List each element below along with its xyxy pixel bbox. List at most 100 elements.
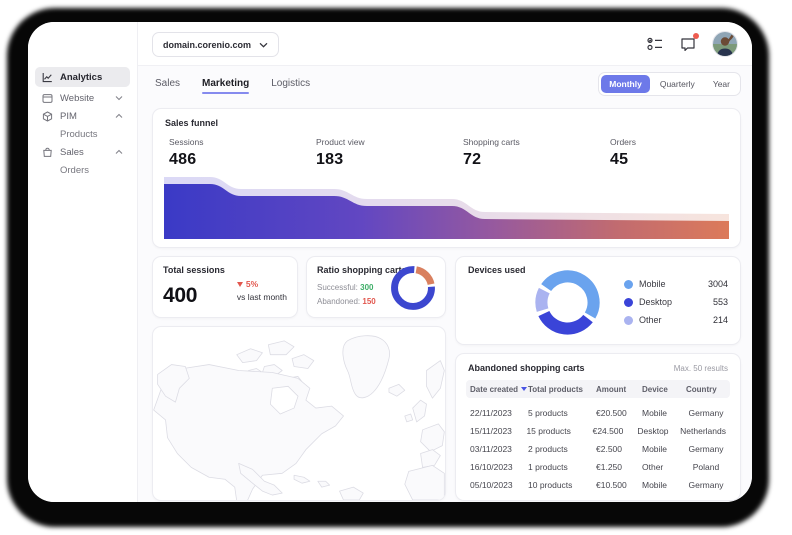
main-content: Sales Marketing Logistics Monthly Quarte… bbox=[138, 66, 752, 502]
cell-products: 1 products bbox=[528, 462, 596, 472]
legend-label: Other bbox=[639, 315, 662, 325]
stage-value: 183 bbox=[316, 151, 463, 169]
trend-down-icon bbox=[237, 282, 243, 287]
table-row[interactable]: 22/11/2023 5 products €20.500 Mobile Ger… bbox=[466, 404, 730, 422]
table-row[interactable]: 03/11/2023 2 products €2.500 Mobile Germ… bbox=[466, 440, 730, 458]
shopping-bag-icon bbox=[42, 147, 53, 158]
topbar: domain.corenio.com bbox=[138, 22, 752, 66]
column-device[interactable]: Device bbox=[642, 385, 686, 394]
column-amount[interactable]: Amount bbox=[596, 385, 642, 394]
chevron-down-icon bbox=[115, 95, 123, 101]
chevron-up-icon bbox=[115, 113, 123, 119]
stage-value: 45 bbox=[610, 151, 752, 169]
sidebar-label: Products bbox=[60, 129, 98, 140]
cell-device: Mobile bbox=[642, 408, 686, 418]
column-label: Date created bbox=[470, 385, 518, 394]
ratio-carts-card: Ratio shopping carts Successful: 300 Aba… bbox=[306, 256, 446, 318]
card-title: Total sessions bbox=[163, 265, 225, 275]
cell-products: 15 products bbox=[526, 426, 592, 436]
period-year[interactable]: Year bbox=[705, 75, 738, 93]
total-sessions-value: 400 bbox=[163, 284, 197, 308]
world-map bbox=[153, 327, 445, 500]
column-date-created[interactable]: Date created bbox=[470, 385, 528, 394]
cell-date: 22/11/2023 bbox=[470, 408, 528, 418]
card-title: Devices used bbox=[468, 265, 526, 275]
period-monthly[interactable]: Monthly bbox=[601, 75, 650, 93]
devices-donut-chart bbox=[534, 269, 601, 336]
stage-value: 486 bbox=[169, 151, 316, 169]
funnel-stage-orders: Orders 45 bbox=[610, 137, 752, 169]
stage-value: 72 bbox=[463, 151, 610, 169]
max-results-note: Max. 50 results bbox=[674, 364, 728, 373]
period-quarterly[interactable]: Quarterly bbox=[652, 75, 703, 93]
abandoned-value: 150 bbox=[362, 297, 375, 306]
browser-icon bbox=[42, 93, 53, 104]
chevron-down-icon bbox=[259, 40, 268, 50]
table-row[interactable]: 16/10/2023 1 products €1.250 Other Polan… bbox=[466, 458, 730, 476]
domain-selector[interactable]: domain.corenio.com bbox=[152, 32, 279, 57]
table-row[interactable]: 15/11/2023 15 products €24.500 Desktop N… bbox=[466, 422, 730, 440]
column-country[interactable]: Country bbox=[686, 385, 726, 394]
cell-device: Other bbox=[642, 462, 686, 472]
chevron-up-icon bbox=[115, 149, 123, 155]
abandoned-label: Abandoned: bbox=[317, 297, 360, 306]
column-total-products[interactable]: Total products bbox=[528, 385, 596, 394]
tasks-icon[interactable] bbox=[646, 35, 664, 53]
cell-device: Mobile bbox=[642, 444, 686, 454]
cell-country: Germany bbox=[686, 480, 726, 490]
table-header: Date created Total products Amount Devic… bbox=[466, 380, 730, 398]
ratio-donut-chart bbox=[389, 264, 437, 312]
legend-value: 553 bbox=[713, 297, 728, 307]
sort-desc-icon bbox=[521, 387, 527, 391]
devices-used-card: Devices used Mobile 3004 Desktop 553 bbox=[455, 256, 741, 345]
cell-amount: €24.500 bbox=[593, 426, 638, 436]
period-switcher: Monthly Quarterly Year bbox=[598, 72, 741, 96]
analytics-chart-icon bbox=[42, 72, 53, 83]
sidebar-item-pim[interactable]: PIM bbox=[35, 106, 130, 126]
delta-badge: 5% bbox=[237, 279, 287, 289]
cell-country: Netherlands bbox=[680, 426, 726, 436]
sidebar-item-website[interactable]: Website bbox=[35, 88, 130, 108]
sidebar-item-sales[interactable]: Sales bbox=[35, 142, 130, 162]
funnel-stage-shopping-carts: Shopping carts 72 bbox=[463, 137, 610, 169]
tab-logistics[interactable]: Logistics bbox=[271, 78, 310, 94]
cell-amount: €20.500 bbox=[596, 408, 642, 418]
chat-icon[interactable] bbox=[679, 35, 697, 53]
sidebar-item-orders[interactable]: Orders bbox=[35, 160, 130, 180]
sidebar-item-products[interactable]: Products bbox=[35, 124, 130, 144]
desktop-dot-icon bbox=[624, 298, 633, 307]
avatar[interactable] bbox=[712, 31, 738, 57]
stage-label: Orders bbox=[610, 137, 752, 147]
sidebar-item-analytics[interactable]: Analytics bbox=[35, 67, 130, 87]
sidebar-label: Analytics bbox=[60, 72, 102, 83]
tab-sales[interactable]: Sales bbox=[155, 78, 180, 94]
cell-date: 16/10/2023 bbox=[470, 462, 528, 472]
cell-country: Poland bbox=[686, 462, 726, 472]
successful-line: Successful: 300 bbox=[317, 283, 374, 292]
total-sessions-card: Total sessions 400 5% vs last month bbox=[152, 256, 298, 318]
abandoned-carts-card: Abandoned shopping carts Max. 50 results… bbox=[455, 353, 741, 501]
delta-value: 5% bbox=[246, 279, 258, 289]
stage-label: Product view bbox=[316, 137, 463, 147]
cell-country: Germany bbox=[686, 444, 726, 454]
sidebar-label: PIM bbox=[60, 111, 77, 122]
cell-products: 10 products bbox=[528, 480, 596, 490]
legend-value: 3004 bbox=[708, 279, 728, 289]
cell-date: 03/11/2023 bbox=[470, 444, 528, 454]
card-title: Abandoned shopping carts bbox=[468, 363, 585, 373]
notification-dot bbox=[693, 33, 699, 39]
table-row[interactable]: 05/10/2023 10 products €10.500 Mobile Ge… bbox=[466, 476, 730, 494]
legend-label: Desktop bbox=[639, 297, 672, 307]
stage-label: Shopping carts bbox=[463, 137, 610, 147]
sidebar-label: Orders bbox=[60, 165, 89, 176]
cell-products: 2 products bbox=[528, 444, 596, 454]
cell-amount: €1.250 bbox=[596, 462, 642, 472]
legend-item-desktop: Desktop 553 bbox=[624, 293, 728, 311]
legend-value: 214 bbox=[713, 315, 728, 325]
cell-device: Mobile bbox=[642, 480, 686, 490]
tab-marketing[interactable]: Marketing bbox=[202, 78, 249, 94]
cell-amount: €10.500 bbox=[596, 480, 642, 490]
mobile-dot-icon bbox=[624, 280, 633, 289]
app-window: Analytics Website PIM Products bbox=[28, 22, 752, 502]
world-map-card bbox=[152, 326, 446, 501]
